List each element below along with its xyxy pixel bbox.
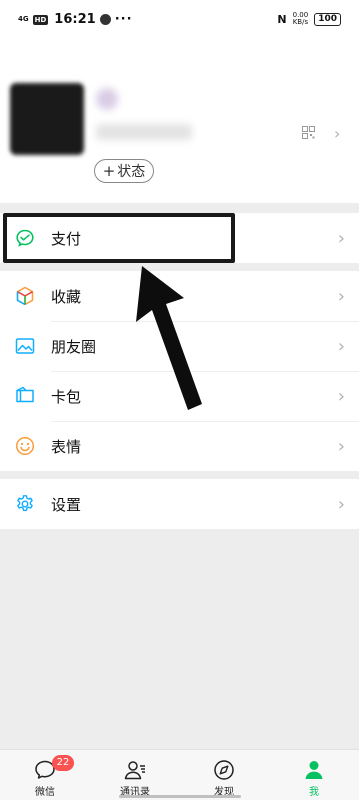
tab-chats[interactable]: 22 微信 bbox=[0, 750, 90, 800]
status-bar: 4G HD 16:21 ··· N 0.00 KB/s 100 bbox=[0, 0, 359, 40]
me-person-icon bbox=[305, 761, 323, 779]
clock: 16:21 bbox=[54, 12, 96, 27]
avatar[interactable] bbox=[10, 83, 84, 155]
annotation-arrow-icon bbox=[136, 266, 202, 410]
menu-item-cards-label: 卡包 bbox=[51, 387, 82, 406]
chevron-right-icon: › bbox=[337, 335, 345, 357]
status-button-label: 状态 bbox=[117, 164, 146, 180]
menu-item-favorites-label: 收藏 bbox=[51, 287, 82, 306]
chevron-right-icon: › bbox=[337, 493, 345, 515]
menu-item-stickers[interactable]: 表情 › bbox=[0, 421, 359, 471]
unread-badge: 22 bbox=[52, 755, 74, 771]
chevron-right-icon: › bbox=[337, 227, 345, 249]
pay-group: 支付 › bbox=[0, 213, 359, 263]
smiley-face-icon bbox=[15, 436, 35, 456]
qr-code-icon[interactable] bbox=[302, 126, 315, 139]
chevron-right-icon: › bbox=[337, 435, 345, 457]
signal-indicator: 4G bbox=[18, 15, 29, 23]
menu-item-settings[interactable]: 设置 › bbox=[0, 479, 359, 529]
network-speed-unit: KB/s bbox=[292, 18, 309, 26]
home-indicator bbox=[119, 795, 241, 798]
tab-discover[interactable]: 发现 bbox=[179, 750, 269, 800]
tab-contacts[interactable]: 通讯录 bbox=[90, 750, 180, 800]
profile-header[interactable]: › + 状态 bbox=[0, 40, 359, 203]
add-status-button[interactable]: + 状态 bbox=[94, 159, 154, 183]
nickname-blurred bbox=[96, 88, 118, 110]
plus-icon: + bbox=[102, 162, 116, 180]
contacts-person-icon bbox=[124, 761, 145, 780]
chevron-right-icon: › bbox=[337, 385, 345, 407]
battery-indicator: 100 bbox=[314, 12, 341, 26]
menu-item-settings-label: 设置 bbox=[51, 495, 82, 514]
nfc-icon: N bbox=[277, 12, 287, 26]
more-notifications-icon: ··· bbox=[114, 12, 133, 27]
chevron-right-icon[interactable]: › bbox=[334, 124, 340, 143]
chevron-right-icon: › bbox=[337, 285, 345, 307]
notification-icon bbox=[99, 14, 111, 25]
gear-icon bbox=[17, 495, 33, 512]
card-wallet-icon bbox=[16, 386, 34, 403]
moments-picture-icon bbox=[15, 338, 35, 354]
menu-item-pay[interactable]: 支付 › bbox=[0, 213, 359, 263]
hd-badge: HD bbox=[32, 14, 49, 25]
menu-item-pay-label: 支付 bbox=[51, 229, 82, 248]
menu-item-moments-label: 朋友圈 bbox=[51, 337, 97, 356]
compass-icon bbox=[214, 760, 234, 780]
pay-icon bbox=[16, 229, 34, 247]
tab-me[interactable]: 我 bbox=[269, 750, 359, 800]
tab-me-label: 我 bbox=[309, 787, 319, 798]
settings-group: 设置 › bbox=[0, 479, 359, 529]
network-speed: 0.00 KB/s bbox=[293, 12, 309, 26]
favorites-cube-icon bbox=[16, 286, 34, 306]
wechat-id-blurred bbox=[96, 124, 192, 140]
menu-item-stickers-label: 表情 bbox=[51, 437, 82, 456]
tab-chats-label: 微信 bbox=[35, 787, 55, 798]
bottom-tab-bar: 22 微信 通讯录 发现 我 bbox=[0, 749, 359, 800]
